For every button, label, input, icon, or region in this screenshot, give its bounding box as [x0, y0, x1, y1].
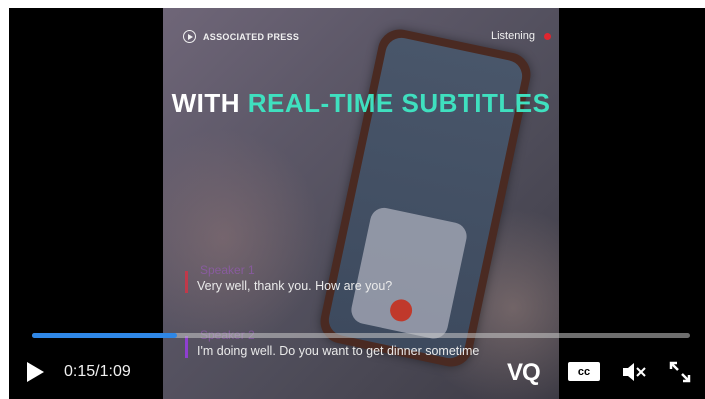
subtitle-speaker: Speaker 1 — [200, 263, 255, 277]
subtitle-line: Very well, thank you. How are you? — [185, 271, 393, 293]
subtitle-marker — [185, 336, 188, 358]
listening-indicator: Listening — [491, 30, 551, 42]
headline-white: WITH — [171, 88, 240, 118]
headline: WITH REAL-TIME SUBTITLES — [163, 88, 559, 119]
background-blur — [163, 128, 323, 348]
listening-label: Listening — [490, 30, 535, 42]
volume-muted-icon — [623, 363, 646, 381]
play-circle-icon — [183, 30, 196, 43]
duration: 1:09 — [99, 363, 131, 380]
call-keypad — [348, 205, 470, 342]
video-frame[interactable]: ASSOCIATED PRESS Listening WITH REAL-TIM… — [163, 8, 559, 399]
subtitle-text: I'm doing well. Do you want to get dinne… — [197, 344, 480, 358]
subtitle-marker — [185, 271, 188, 293]
progress-fill — [32, 333, 177, 338]
play-button[interactable] — [23, 360, 47, 384]
mute-button[interactable] — [621, 361, 647, 383]
progress-bar[interactable] — [32, 333, 690, 338]
time-display: 0:15/1:09 — [64, 363, 131, 381]
brand-name: ASSOCIATED PRESS — [203, 31, 300, 42]
captions-button[interactable]: cc — [568, 362, 600, 381]
subtitle-text: Very well, thank you. How are you? — [197, 279, 393, 293]
current-time: 0:15 — [64, 363, 96, 380]
video-player[interactable]: ASSOCIATED PRESS Listening WITH REAL-TIM… — [9, 8, 705, 399]
play-icon — [27, 362, 44, 382]
recording-dot-icon — [544, 32, 551, 40]
fullscreen-button[interactable] — [668, 360, 692, 384]
subtitle-line: I'm doing well. Do you want to get dinne… — [185, 336, 480, 358]
end-call-icon — [388, 297, 415, 324]
brand-logo: ASSOCIATED PRESS — [183, 30, 299, 43]
headline-accent: REAL-TIME SUBTITLES — [247, 88, 551, 118]
expand-icon — [669, 361, 691, 383]
vq-logo-button[interactable]: VQ — [507, 359, 541, 387]
